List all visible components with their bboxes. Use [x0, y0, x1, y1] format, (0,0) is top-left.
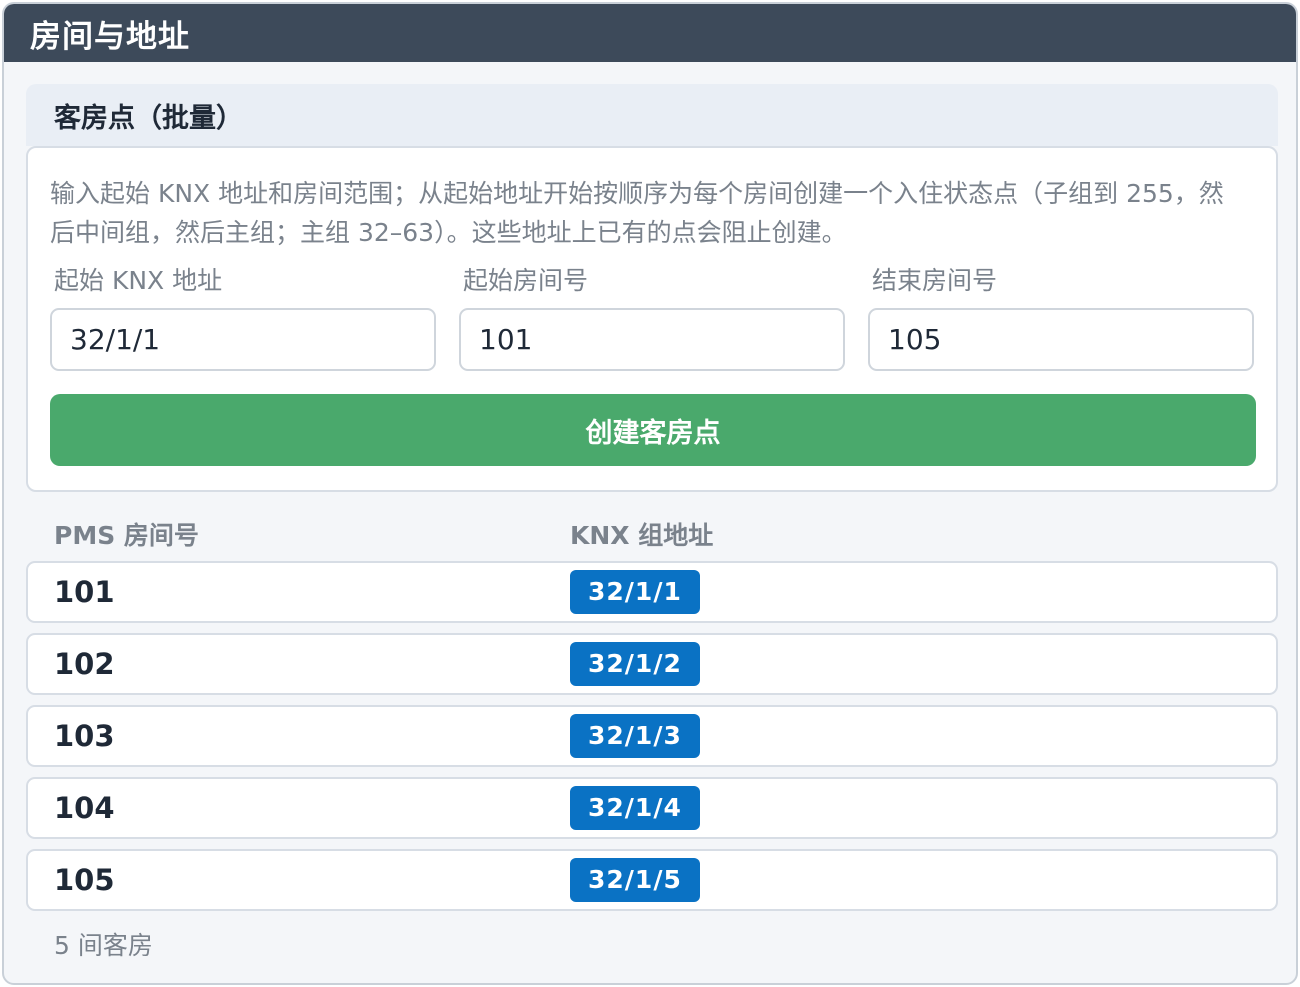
table-row[interactable]: 105 32/1/5 [26, 849, 1278, 911]
room-count: 5 间客房 [54, 931, 153, 960]
col-header-room: PMS 房间号 [54, 521, 199, 550]
section-title: 客房点（批量） [54, 102, 243, 134]
panel-title: 房间与地址 [30, 18, 190, 55]
col-header-address: KNX 组地址 [570, 521, 714, 550]
room-number: 103 [54, 719, 115, 753]
create-rooms-button[interactable]: 创建客房点 [50, 394, 1256, 466]
room-list: 101 32/1/1 102 32/1/2 103 32/1/3 104 32/… [26, 561, 1278, 921]
address-badge: 32/1/1 [570, 570, 700, 614]
bulk-form: 输入起始 KNX 地址和房间范围；从起始地址开始按顺序为每个房间创建一个入住状态… [26, 146, 1278, 492]
room-number: 101 [54, 575, 115, 609]
start-address-input[interactable] [50, 308, 436, 371]
address-badge: 32/1/3 [570, 714, 700, 758]
address-badge: 32/1/4 [570, 786, 700, 830]
table-row[interactable]: 103 32/1/3 [26, 705, 1278, 767]
section-header: 客房点（批量） [26, 84, 1278, 146]
end-room-label: 结束房间号 [872, 266, 998, 295]
room-number: 104 [54, 791, 115, 825]
address-badge: 32/1/2 [570, 642, 700, 686]
start-room-field: 起始房间号 [459, 264, 845, 371]
rooms-panel: 房间与地址 客房点（批量） 输入起始 KNX 地址和房间范围；从起始地址开始按顺… [2, 2, 1298, 985]
table-row[interactable]: 102 32/1/2 [26, 633, 1278, 695]
panel-header: 房间与地址 [4, 4, 1296, 62]
start-room-label: 起始房间号 [463, 266, 589, 295]
table-row[interactable]: 104 32/1/4 [26, 777, 1278, 839]
start-address-label: 起始 KNX 地址 [54, 266, 223, 295]
address-badge: 32/1/5 [570, 858, 700, 902]
room-number: 102 [54, 647, 115, 681]
table-row[interactable]: 101 32/1/1 [26, 561, 1278, 623]
room-number: 105 [54, 863, 115, 897]
start-address-field: 起始 KNX 地址 [50, 264, 436, 371]
end-room-input[interactable] [868, 308, 1254, 371]
end-room-field: 结束房间号 [868, 264, 1254, 371]
table-header: PMS 房间号 KNX 组地址 [26, 510, 1278, 560]
start-room-input[interactable] [459, 308, 845, 371]
help-text: 输入起始 KNX 地址和房间范围；从起始地址开始按顺序为每个房间创建一个入住状态… [50, 179, 1224, 247]
